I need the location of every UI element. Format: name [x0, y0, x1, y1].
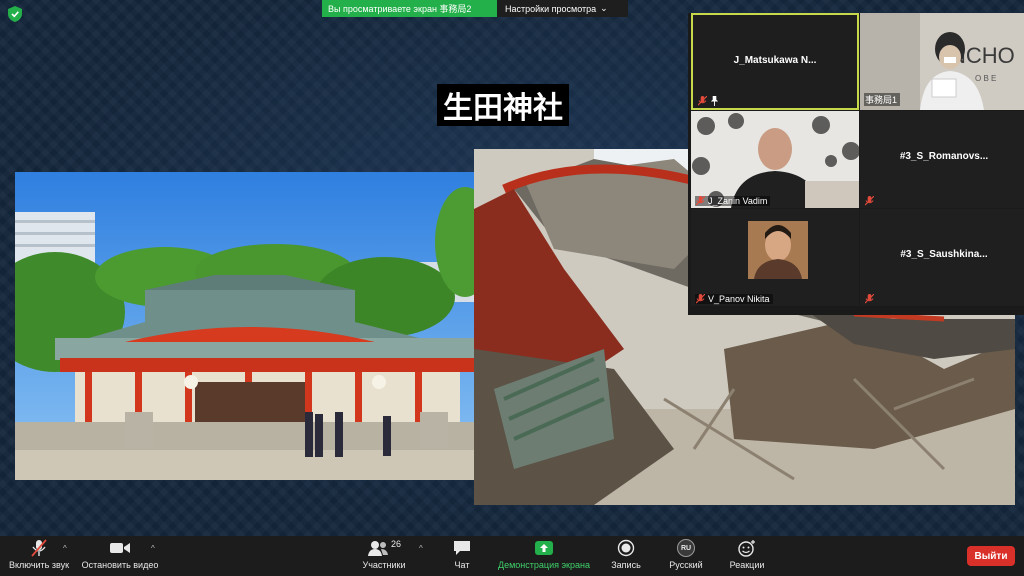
- participant-tile-panov[interactable]: V_Panov Nikita: [691, 209, 859, 306]
- reactions-label: Реакции: [729, 560, 765, 570]
- svg-text:O B E: O B E: [975, 74, 996, 83]
- share-screen-label: Демонстрация экрана: [498, 560, 590, 570]
- participant-tile-romanovs[interactable]: #3_S_Romanovs...: [860, 111, 1024, 208]
- shrine-photo: [15, 172, 475, 480]
- participant-tile-zanin[interactable]: J_Zanin Vadim: [691, 111, 859, 208]
- participant-name: #3_S_Saushkina...: [900, 249, 988, 260]
- screen-share-banner: Вы просматриваете экран 事務局2 Настройки п…: [322, 0, 628, 17]
- share-screen-button[interactable]: Демонстрация экрана: [496, 539, 592, 575]
- participant-tile-saushkina[interactable]: #3_S_Saushkina...: [860, 209, 1024, 306]
- view-options-button[interactable]: Настройки просмотра ⌄: [497, 0, 628, 17]
- language-label: Русский: [669, 560, 703, 570]
- stop-video-label: Остановить видео: [81, 560, 159, 570]
- mic-muted-icon: [696, 294, 705, 304]
- video-options-caret[interactable]: ^: [151, 544, 155, 553]
- participant-tile-secretariat1[interactable]: NCHO O B E 事務局1: [860, 13, 1024, 110]
- participants-button[interactable]: 26 Участники: [358, 539, 410, 575]
- participant-video: [691, 111, 859, 208]
- participant-status: 事務局1: [864, 93, 901, 106]
- participant-status: J_Zanin Vadim: [695, 196, 771, 206]
- participants-label: Участники: [362, 560, 406, 570]
- participant-name: J_Matsukawa N...: [733, 55, 817, 66]
- reactions-smiley-icon: [738, 540, 755, 557]
- viewing-screen-notice: Вы просматриваете экран 事務局2: [322, 0, 497, 17]
- audio-options-caret[interactable]: ^: [63, 544, 67, 553]
- chat-bubble-icon: [454, 541, 470, 555]
- pin-icon: [710, 96, 719, 106]
- view-options-label: Настройки просмотра: [505, 3, 597, 14]
- security-shield-icon[interactable]: [8, 6, 22, 22]
- meeting-toolbar: Включить звук ^ Остановить видео ^ 26 Уч…: [0, 536, 1024, 576]
- stop-video-button[interactable]: Остановить видео: [80, 539, 160, 575]
- language-globe-icon: RU: [677, 539, 695, 557]
- participant-status: [864, 294, 877, 304]
- participant-status: V_Panov Nikita: [695, 294, 773, 304]
- record-icon: [617, 539, 635, 557]
- chat-button[interactable]: Чат: [446, 539, 478, 575]
- mic-muted-icon: [698, 96, 707, 106]
- participants-options-caret[interactable]: ^: [419, 544, 423, 553]
- participant-tile-matsukawa[interactable]: J_Matsukawa N...: [691, 13, 859, 110]
- slide-title: 生田神社: [437, 84, 569, 126]
- participant-status: [697, 96, 722, 106]
- participant-name: V_Panov Nikita: [708, 294, 770, 304]
- language-interpretation-button[interactable]: RU Русский: [667, 539, 705, 575]
- participant-gallery: J_Matsukawa N... NCHO O B E 事務局1 J_Zanin…: [688, 13, 1024, 315]
- participants-count: 26: [390, 539, 401, 549]
- participant-name: #3_S_Romanovs...: [899, 151, 989, 162]
- chevron-down-icon: ⌄: [600, 3, 608, 13]
- mic-muted-icon: [696, 196, 705, 206]
- mic-muted-icon: [865, 196, 874, 206]
- reactions-button[interactable]: Реакции: [726, 539, 768, 575]
- record-label: Запись: [611, 560, 641, 570]
- video-camera-icon: [110, 543, 130, 553]
- participant-name: 事務局1: [865, 95, 898, 105]
- share-screen-icon: [535, 541, 553, 555]
- mic-muted-icon: [31, 539, 47, 557]
- leave-meeting-button[interactable]: Выйти: [967, 546, 1015, 566]
- participant-status: [864, 196, 877, 206]
- unmute-label: Включить звук: [8, 560, 70, 570]
- record-button[interactable]: Запись: [609, 539, 643, 575]
- participant-name: J_Zanin Vadim: [708, 196, 768, 206]
- participant-avatar: [748, 221, 808, 279]
- chat-label: Чат: [454, 560, 470, 570]
- participants-icon: [367, 541, 388, 556]
- mic-muted-icon: [865, 294, 874, 304]
